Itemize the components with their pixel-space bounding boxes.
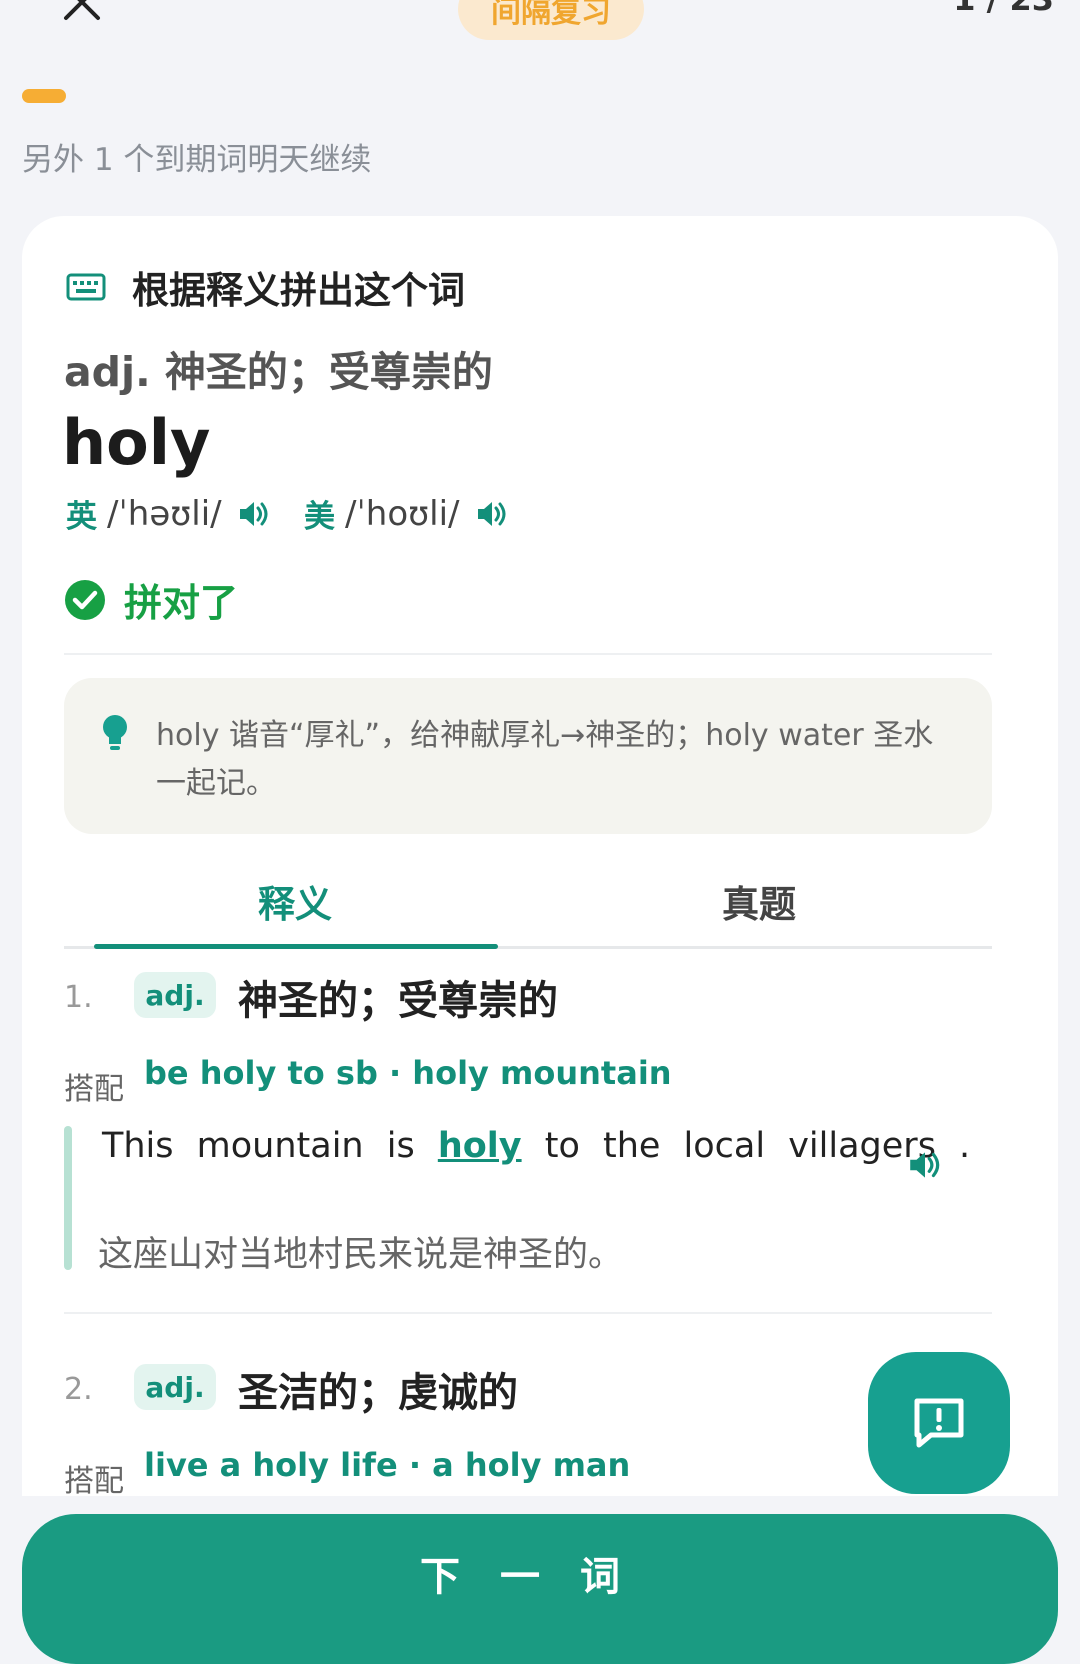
mnemonic-text: holy 谐音“厚礼”，给神献厚礼→神圣的；holy water 圣水一起记。 <box>156 718 934 801</box>
instruction-row: 根据释义拼出这个词 <box>66 260 465 314</box>
example-text: to the local villagers . <box>521 1126 971 1166</box>
sense-item: 2. adj. 圣洁的；虔诚的 搭配 live a holy life · a … <box>64 1364 992 1499</box>
tab-bar: 释义 真题 <box>64 852 992 949</box>
review-mode-pill[interactable]: 间隔复习 <box>458 0 644 40</box>
mnemonic-tip: holy 谐音“厚礼”，给神献厚礼→神圣的；holy water 圣水一起记。 <box>64 678 992 834</box>
headword: holy <box>62 406 211 479</box>
instruction-text: 根据释义拼出这个词 <box>132 269 465 312</box>
progress-counter: 1 / 23 <box>953 0 1054 18</box>
speaker-icon[interactable] <box>236 496 272 532</box>
example-english: This mountain is holy to the local villa… <box>102 1126 970 1166</box>
top-bar: 间隔复习 1 / 23 <box>0 0 1080 60</box>
keyboard-icon <box>66 273 106 301</box>
speaker-icon[interactable] <box>906 1146 944 1184</box>
spelling-result: 拼对了 <box>64 572 238 627</box>
pos-tag: adj. <box>134 1364 216 1410</box>
word-meaning: adj. 神圣的；受尊崇的 <box>64 348 493 396</box>
phonetic-uk-label: 英 <box>66 499 97 535</box>
tab-exam-questions[interactable]: 真题 <box>722 874 796 928</box>
phonetic-uk-ipa: /ˈhəʊli/ <box>107 493 222 534</box>
collocation-label: 搭配 <box>64 1072 124 1107</box>
tab-definition[interactable]: 释义 <box>258 874 332 928</box>
progress-bar <box>22 89 66 103</box>
example-highlight-word[interactable]: holy <box>438 1126 522 1166</box>
collocations[interactable]: be holy to sb · holy mountain <box>144 1054 672 1092</box>
lightbulb-icon <box>103 715 127 750</box>
close-icon[interactable] <box>62 0 102 22</box>
sense-number: 1. <box>64 980 93 1015</box>
pos-tag: adj. <box>134 972 216 1018</box>
sense-number: 2. <box>64 1372 93 1407</box>
phonetic-us-ipa: /ˈhoʊli/ <box>345 493 460 534</box>
phonetic-us-label: 美 <box>304 499 335 535</box>
feedback-button[interactable] <box>868 1352 1010 1494</box>
example-sentence: This mountain is holy to the local villa… <box>64 1126 992 1275</box>
example-text: This mountain is <box>102 1126 438 1166</box>
divider <box>64 653 992 655</box>
sense-definition: 圣洁的；虔诚的 <box>238 1370 518 1416</box>
collocations[interactable]: live a holy life · a holy man <box>144 1446 630 1484</box>
phonetic-uk[interactable]: 英 /ˈhəʊli/ <box>66 491 272 536</box>
feedback-icon <box>914 1398 964 1448</box>
example-translation: 这座山对当地村民来说是神圣的。 <box>98 1235 624 1275</box>
sense-item: 1. adj. 神圣的；受尊崇的 搭配 be holy to sb · holy… <box>64 972 992 1107</box>
collocation-label: 搭配 <box>64 1464 124 1499</box>
sense-definition: 神圣的；受尊崇的 <box>238 978 558 1024</box>
due-words-note: 另外 1 个到期词明天继续 <box>22 142 372 178</box>
speaker-icon[interactable] <box>474 496 510 532</box>
divider <box>64 1312 992 1314</box>
phonetic-us[interactable]: 美 /ˈhoʊli/ <box>304 491 510 536</box>
next-word-button[interactable]: 下一词 <box>22 1514 1058 1664</box>
check-circle-icon <box>65 579 105 620</box>
example-bar <box>64 1126 72 1270</box>
active-tab-indicator <box>94 944 498 949</box>
result-text: 拼对了 <box>124 581 239 625</box>
